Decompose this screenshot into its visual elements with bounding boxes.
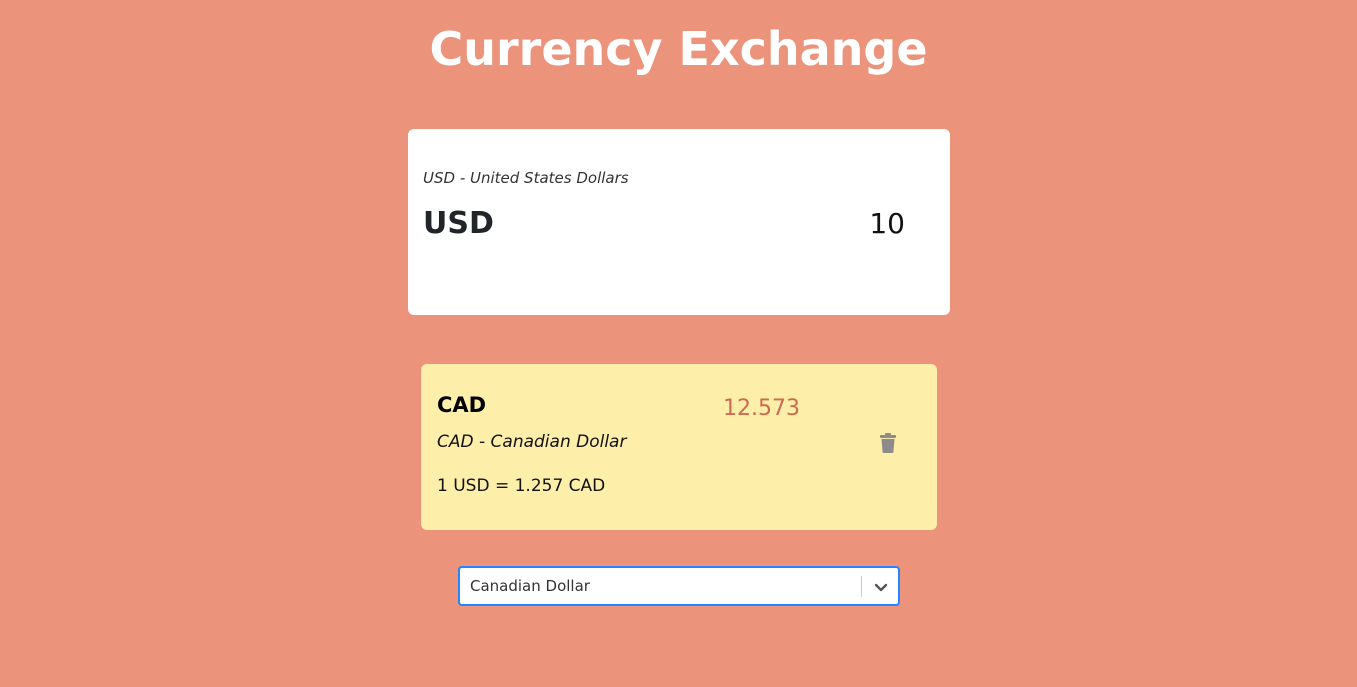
delete-currency-button[interactable]: [879, 433, 897, 453]
trash-icon: [880, 433, 896, 453]
page-title: Currency Exchange: [429, 22, 928, 76]
converted-amount: 12.573: [723, 396, 800, 421]
target-currency-name: CAD - Canadian Dollar: [437, 432, 627, 452]
base-currency-name: USD - United States Dollars: [423, 169, 629, 187]
target-currency-code: CAD: [437, 393, 487, 417]
currency-select[interactable]: [458, 566, 900, 606]
exchange-rate: 1 USD = 1.257 CAD: [437, 476, 606, 496]
dropdown-toggle[interactable]: [870, 576, 892, 598]
base-currency-card: USD - United States Dollars USD: [408, 129, 950, 315]
select-separator: [861, 576, 862, 597]
base-amount-input[interactable]: [815, 207, 905, 240]
currency-search-input[interactable]: [470, 568, 850, 604]
chevron-down-icon: [874, 583, 888, 592]
target-currency-card: CAD 12.573 CAD - Canadian Dollar 1 USD =…: [421, 364, 937, 530]
base-currency-code: USD: [423, 206, 494, 241]
currency-exchange-page: Currency Exchange USD - United States Do…: [0, 0, 1357, 687]
